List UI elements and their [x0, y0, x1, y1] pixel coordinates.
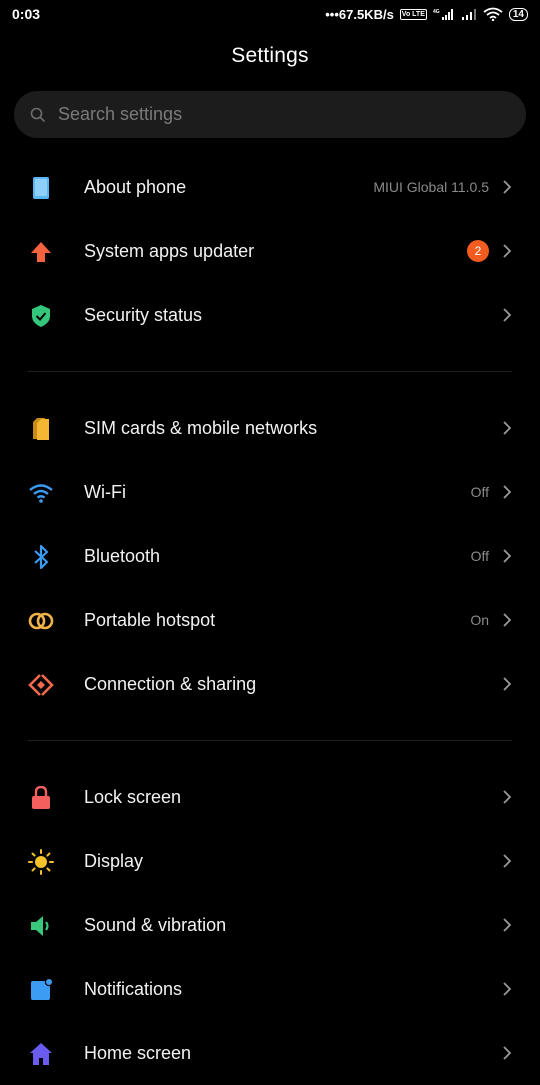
- settings-item-value: MIUI Global 11.0.5: [373, 179, 489, 195]
- settings-item-bluetooth[interactable]: Bluetooth Off: [0, 524, 540, 588]
- settings-item-label: Display: [84, 850, 144, 871]
- speaker-icon: [28, 913, 54, 939]
- settings-item-label: Notifications: [84, 978, 183, 999]
- search-input[interactable]: Search settings: [14, 91, 526, 138]
- phone-info-icon: [28, 175, 54, 201]
- settings-item-label: Bluetooth: [84, 545, 161, 566]
- shield-check-icon: [28, 303, 54, 329]
- chevron-right-icon: [503, 549, 512, 563]
- sun-icon: [28, 849, 54, 875]
- section-divider: [0, 716, 540, 765]
- settings-item-system-apps-updater[interactable]: System apps updater 2: [0, 219, 540, 283]
- chevron-right-icon: [503, 982, 512, 996]
- settings-item-label: Connection & sharing: [84, 673, 257, 694]
- search-placeholder: Search settings: [58, 104, 183, 124]
- arrow-up-icon: [28, 239, 54, 265]
- share-connection-icon: [28, 672, 54, 698]
- settings-item-label: Wi-Fi: [84, 481, 126, 502]
- chevron-right-icon: [503, 790, 512, 804]
- settings-item-sound-vibration[interactable]: Sound & vibration: [0, 893, 540, 957]
- settings-item-label: Lock screen: [84, 786, 182, 807]
- chevron-right-icon: [503, 1046, 512, 1060]
- chevron-right-icon: [503, 677, 512, 691]
- notification-icon: [28, 977, 54, 1003]
- settings-item-about-phone[interactable]: About phone MIUI Global 11.0.5: [0, 155, 540, 219]
- settings-item-label: Security status: [84, 304, 203, 325]
- chevron-right-icon: [503, 918, 512, 932]
- lock-icon: [28, 785, 54, 811]
- volte-icon: Vo LTE: [399, 8, 427, 20]
- chevron-right-icon: [503, 485, 512, 499]
- chevron-right-icon: [503, 244, 512, 258]
- settings-item-value: Off: [470, 484, 489, 500]
- settings-item-value: Off: [470, 548, 489, 564]
- network-type-label: 4G: [433, 9, 440, 15]
- settings-item-home-screen[interactable]: Home screen: [0, 1021, 540, 1085]
- sim-card-icon: [28, 416, 54, 442]
- settings-item-label: Portable hotspot: [84, 609, 216, 630]
- settings-item-sim-cards[interactable]: SIM cards & mobile networks: [0, 396, 540, 460]
- settings-list: About phone MIUI Global 11.0.5 System ap…: [0, 155, 540, 1085]
- clock: 0:03: [12, 6, 41, 22]
- settings-item-label: Home screen: [84, 1042, 192, 1063]
- settings-item-notifications[interactable]: Notifications: [0, 957, 540, 1021]
- signal-2-icon: [461, 9, 476, 20]
- page-title: Settings: [231, 44, 309, 67]
- settings-item-lock-screen[interactable]: Lock screen: [0, 765, 540, 829]
- network-speed: •••67.5KB/s: [325, 6, 394, 22]
- settings-item-label: Sound & vibration: [84, 914, 227, 935]
- chevron-right-icon: [503, 180, 512, 194]
- settings-item-display[interactable]: Display: [0, 829, 540, 893]
- settings-item-label: About phone: [84, 176, 187, 197]
- status-bar: 0:03 •••67.5KB/s Vo LTE 4G 14: [0, 0, 540, 28]
- chevron-right-icon: [503, 421, 512, 435]
- bluetooth-icon: [28, 544, 54, 570]
- signal-icon: 4G: [433, 9, 453, 20]
- search-icon: [30, 107, 46, 122]
- settings-item-security-status[interactable]: Security status: [0, 283, 540, 347]
- chevron-right-icon: [503, 613, 512, 627]
- update-count-badge: 2: [467, 240, 489, 262]
- battery-icon: 14: [508, 7, 528, 21]
- home-icon: [28, 1041, 54, 1067]
- section-divider: [0, 347, 540, 396]
- status-icons: •••67.5KB/s Vo LTE 4G 14: [325, 7, 528, 22]
- settings-item-wifi[interactable]: Wi-Fi Off: [0, 460, 540, 524]
- chevron-right-icon: [503, 854, 512, 868]
- settings-item-connection-sharing[interactable]: Connection & sharing: [0, 652, 540, 716]
- settings-item-label: SIM cards & mobile networks: [84, 417, 318, 438]
- chevron-right-icon: [503, 308, 512, 322]
- wifi-icon: [28, 480, 54, 506]
- hotspot-icon: [28, 608, 54, 634]
- wifi-status-icon: [483, 7, 503, 21]
- settings-item-label: System apps updater: [84, 240, 255, 261]
- settings-item-portable-hotspot[interactable]: Portable hotspot On: [0, 588, 540, 652]
- settings-item-value: On: [470, 612, 489, 628]
